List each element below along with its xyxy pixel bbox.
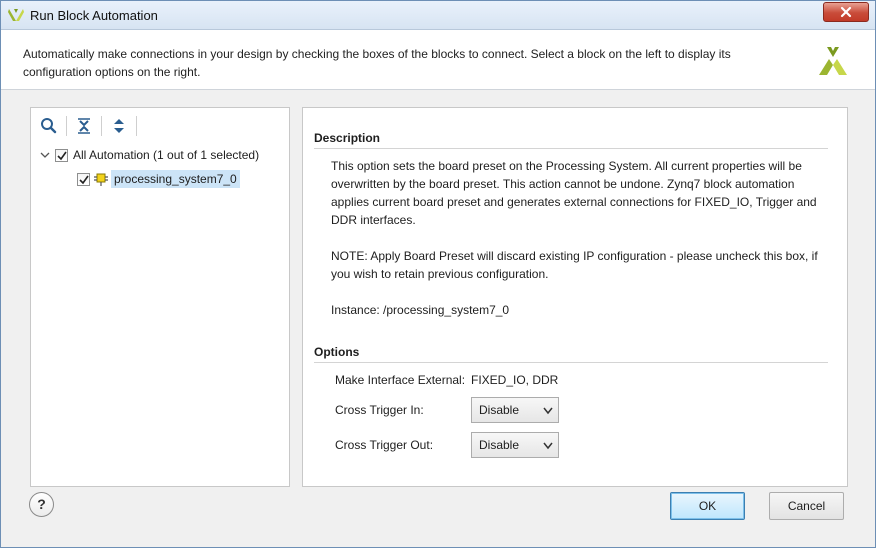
expand-all-button[interactable] xyxy=(109,116,129,136)
description-divider xyxy=(314,148,828,149)
expand-all-icon xyxy=(114,119,124,133)
help-button[interactable]: ? xyxy=(29,492,54,517)
options-divider xyxy=(314,362,828,363)
cancel-button[interactable]: Cancel xyxy=(769,492,844,520)
vivado-logo-icon xyxy=(8,9,24,21)
header-description: Automatically make connections in your d… xyxy=(23,47,731,79)
options-heading: Options xyxy=(314,345,360,359)
cross-trigger-in-select[interactable]: Disable xyxy=(471,397,559,423)
tree-child-row[interactable]: processing_system7_0 xyxy=(77,169,240,189)
title-bar: Run Block Automation xyxy=(1,1,875,30)
description-heading: Description xyxy=(314,131,381,145)
configuration-panel: Description This option sets the board p… xyxy=(302,107,848,487)
search-icon xyxy=(41,118,57,134)
toolbar-separator xyxy=(66,116,67,136)
block-tree-panel: All Automation (1 out of 1 selected) pro… xyxy=(30,107,290,487)
run-block-automation-dialog: Run Block Automation Automatically make … xyxy=(0,0,876,548)
checkmark-icon xyxy=(57,151,67,160)
processing-system-checkbox[interactable] xyxy=(77,172,90,186)
description-text: This option sets the board preset on the… xyxy=(331,159,817,227)
window-title: Run Block Automation xyxy=(30,8,158,23)
checkmark-icon xyxy=(79,175,89,184)
collapse-all-button[interactable] xyxy=(74,116,94,136)
make-interface-label: Make Interface External: xyxy=(335,373,466,387)
toolbar-separator xyxy=(101,116,102,136)
cross-trigger-out-label: Cross Trigger Out: xyxy=(335,438,434,452)
xilinx-logo-icon xyxy=(819,47,847,75)
instance-text: Instance: /processing_system7_0 xyxy=(331,303,510,317)
dialog-header: Automatically make connections in your d… xyxy=(1,30,875,90)
search-button[interactable] xyxy=(39,116,59,136)
cross-trigger-out-value: Disable xyxy=(479,438,520,452)
chevron-down-icon xyxy=(543,407,553,415)
processing-system-label[interactable]: processing_system7_0 xyxy=(111,170,240,188)
close-button[interactable] xyxy=(823,2,869,22)
note-text: NOTE: Apply Board Preset will discard ex… xyxy=(331,249,818,281)
chevron-down-icon xyxy=(543,442,553,450)
tree-root-row[interactable]: All Automation (1 out of 1 selected) xyxy=(39,145,259,165)
all-automation-checkbox[interactable] xyxy=(55,148,68,162)
toolbar-separator xyxy=(136,116,137,136)
ip-block-icon xyxy=(94,173,108,186)
cross-trigger-in-label: Cross Trigger In: xyxy=(335,403,424,417)
all-automation-label: All Automation (1 out of 1 selected) xyxy=(73,148,260,162)
ok-button[interactable]: OK xyxy=(670,492,745,520)
make-interface-value: FIXED_IO, DDR xyxy=(471,373,559,387)
cross-trigger-in-value: Disable xyxy=(479,403,520,417)
tree-toolbar xyxy=(31,108,289,144)
collapse-all-icon xyxy=(78,118,90,134)
cross-trigger-out-select[interactable]: Disable xyxy=(471,432,559,458)
close-icon xyxy=(840,6,852,18)
chevron-down-icon[interactable] xyxy=(39,149,51,161)
